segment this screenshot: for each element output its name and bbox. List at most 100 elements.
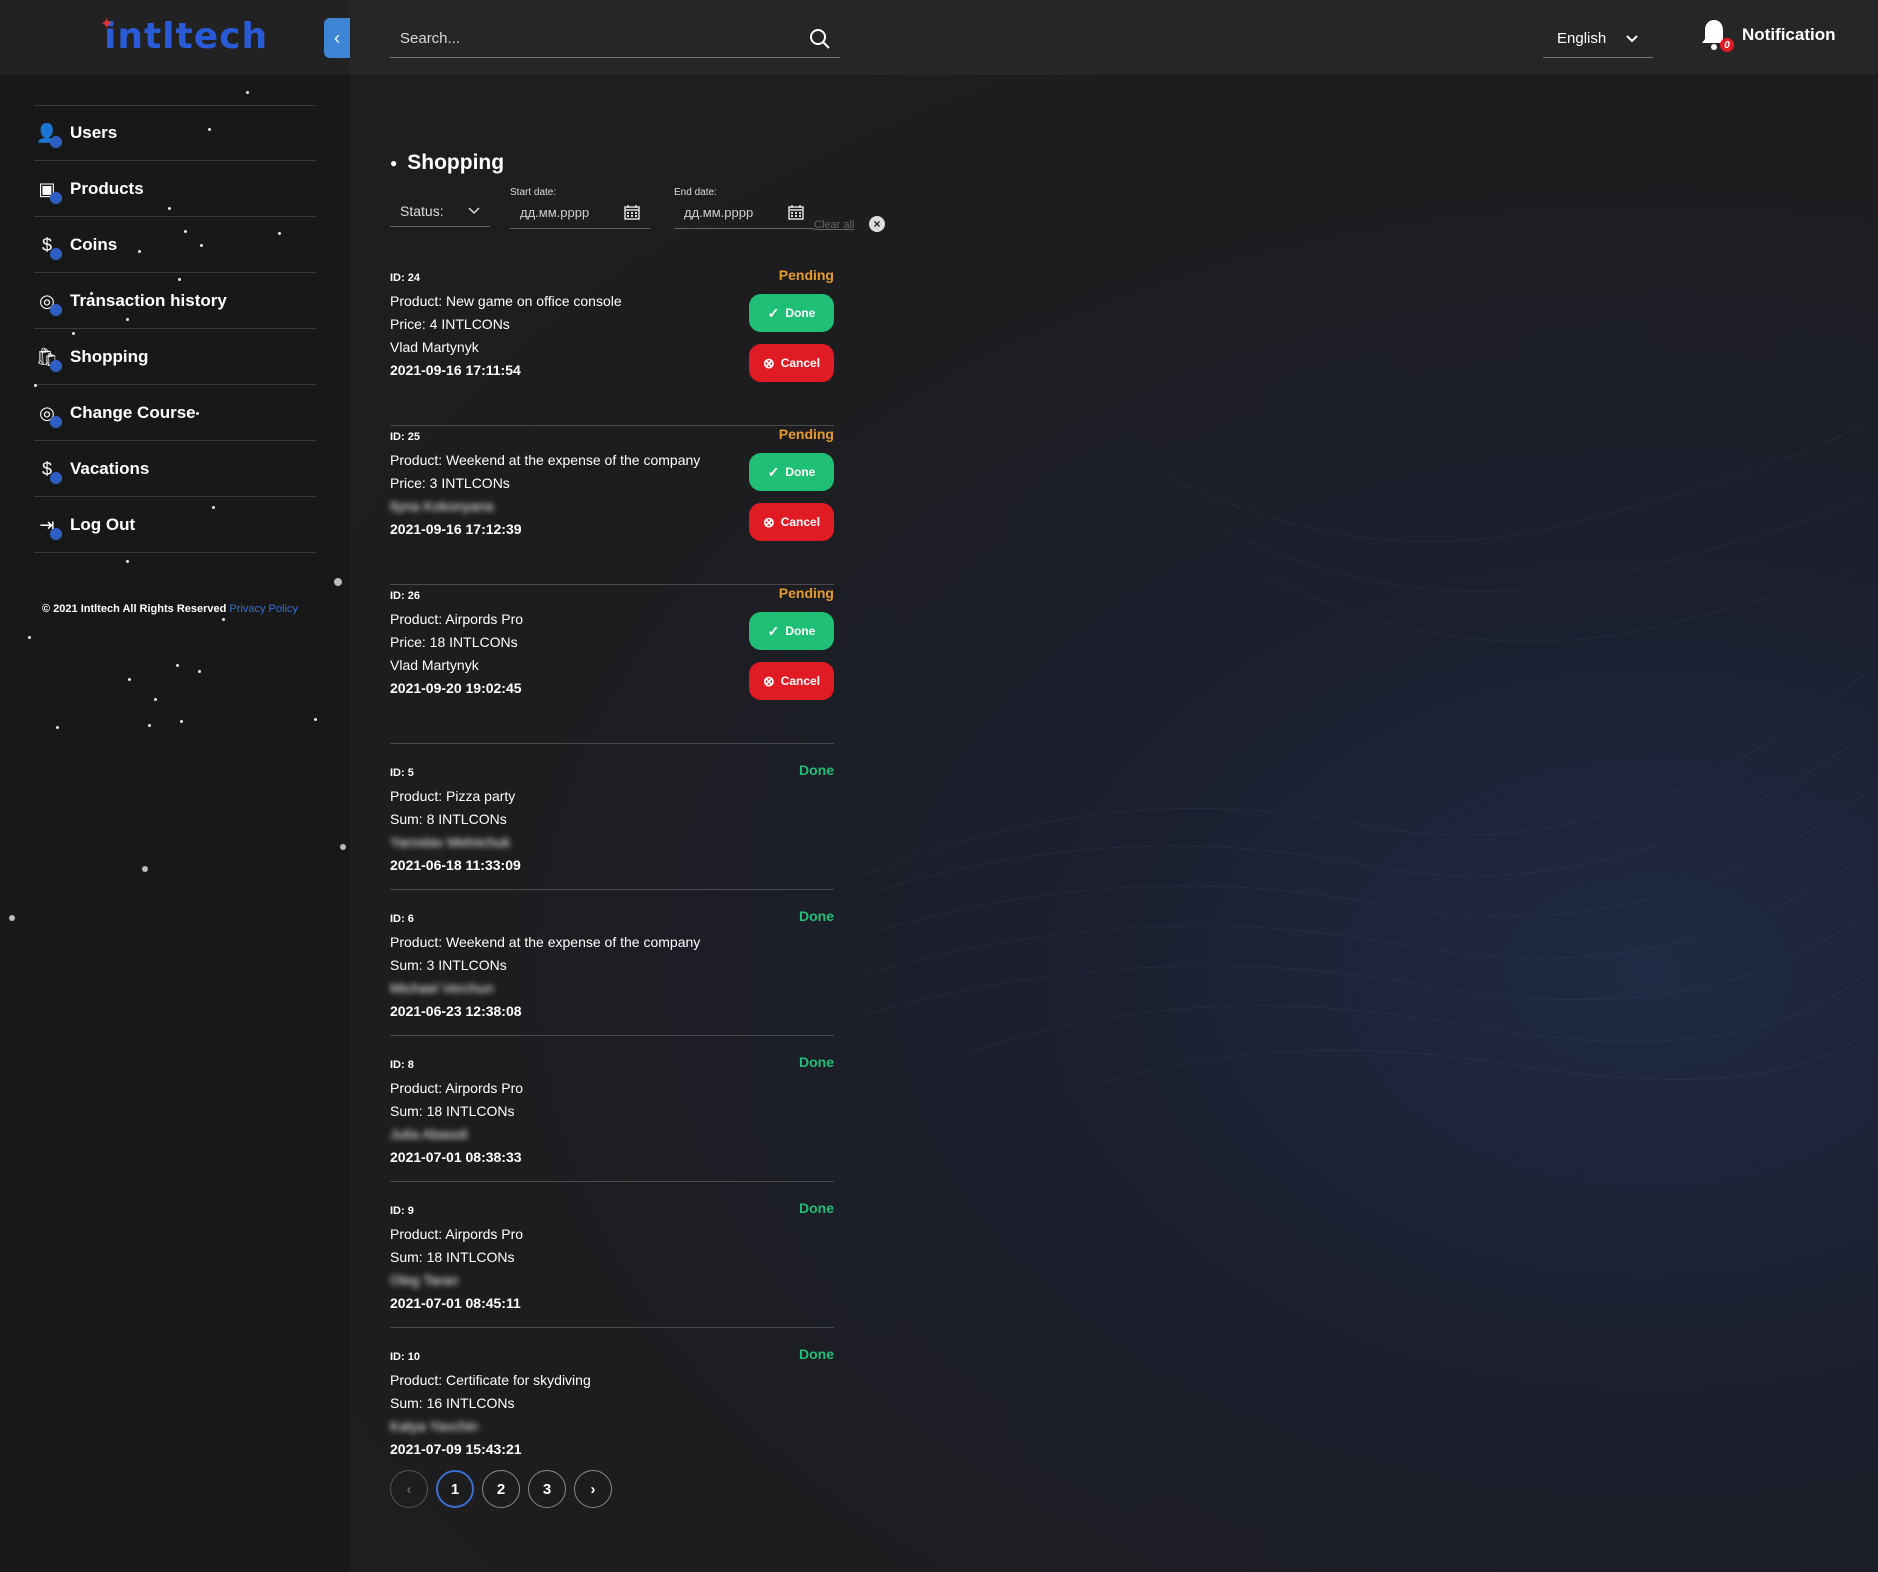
order-item: ID: 6 Product: Weekend at the expense of… <box>390 890 834 1036</box>
sidebar-item-products[interactable]: ▣ Products <box>34 161 316 217</box>
background-mesh <box>863 424 1865 1096</box>
sidebar-item-label: Change Course <box>70 402 196 422</box>
sidebar-item-label: Products <box>70 178 144 198</box>
order-item: ID: 24 Product: New game on office conso… <box>390 267 834 426</box>
language-select[interactable]: English <box>1543 20 1653 58</box>
sidebar-item-vacations[interactable]: $ Vacations <box>34 441 316 497</box>
coin-icon: $ <box>34 232 62 260</box>
bell-icon: 0 <box>1700 18 1734 52</box>
pagination: ‹ 1 2 3 › <box>390 1470 612 1508</box>
notification-button[interactable]: 0 Notification <box>1700 18 1836 52</box>
end-date-field: End date: <box>674 187 814 229</box>
search-input[interactable] <box>390 30 770 47</box>
order-user: Michael Verchun <box>390 980 494 996</box>
pagination-prev-button[interactable]: ‹ <box>390 1470 428 1508</box>
order-price: Sum: 8 INTLCONs <box>390 811 507 827</box>
sidebar-collapse-button[interactable]: ‹ <box>324 18 350 58</box>
order-price: Sum: 16 INTLCONs <box>390 1395 515 1411</box>
status-badge: Done <box>799 908 834 924</box>
copyright-text: © 2021 Intltech All Rights Reserved <box>42 603 227 615</box>
clear-all-close-icon[interactable]: × <box>869 216 885 232</box>
order-price: Sum: 3 INTLCONs <box>390 957 507 973</box>
sparkle <box>222 618 225 621</box>
sparkle <box>168 207 171 210</box>
logout-icon: ⇥ <box>34 512 62 540</box>
order-item: ID: 26 Product: Airpords Pro Price: 18 I… <box>390 585 834 744</box>
status-badge: Pending <box>778 426 834 442</box>
sidebar-item-users[interactable]: 👤 Users <box>34 105 316 161</box>
search-icon[interactable] <box>808 27 832 51</box>
close-circle-icon: ⊗ <box>762 513 775 530</box>
cancel-button[interactable]: ⊗ Cancel <box>749 662 834 700</box>
filter-bar: Status: Start date: End date: <box>390 187 910 237</box>
sparkle <box>196 412 199 415</box>
order-price: Sum: 18 INTLCONs <box>390 1103 515 1119</box>
cancel-button[interactable]: ⊗ Cancel <box>749 344 834 382</box>
sparkle <box>126 560 129 563</box>
sidebar-item-label: Coins <box>70 234 118 254</box>
status-badge: Done <box>799 1346 834 1362</box>
search-bar <box>390 20 840 58</box>
order-id: ID: 25 <box>390 431 420 443</box>
order-product: Product: Airpords Pro <box>390 1080 524 1096</box>
sidebar-item-log-out[interactable]: ⇥ Log Out <box>34 497 316 553</box>
sparkle <box>278 232 281 235</box>
sparkle <box>180 720 183 723</box>
sparkle <box>334 578 342 586</box>
start-date-input[interactable] <box>510 205 620 220</box>
sparkle <box>208 128 211 131</box>
order-user: Oleg Taran <box>390 1272 459 1288</box>
sidebar-item-shopping[interactable]: 🛍 Shopping <box>34 329 316 385</box>
clear-all-link[interactable]: Clear all <box>814 219 854 231</box>
sparkle <box>142 866 148 872</box>
status-filter[interactable]: Status: <box>390 195 490 227</box>
order-date: 2021-06-23 12:38:08 <box>390 1003 522 1019</box>
chevron-left-icon: ‹ <box>334 27 340 48</box>
order-date: 2021-07-01 08:45:11 <box>390 1295 521 1311</box>
end-date-input[interactable] <box>674 205 784 220</box>
sparkle <box>72 332 75 335</box>
privacy-policy-link[interactable]: Privacy Policy <box>229 603 297 615</box>
done-button[interactable]: ✓ Done <box>749 453 834 491</box>
sparkle <box>340 844 346 850</box>
cancel-button[interactable]: ⊗ Cancel <box>749 503 834 541</box>
done-button[interactable]: ✓ Done <box>749 612 834 650</box>
status-badge: Done <box>799 1200 834 1216</box>
order-item: ID: 8 Product: Airpords Pro Sum: 18 INTL… <box>390 1036 834 1182</box>
sparkle <box>154 698 157 701</box>
order-id: ID: 26 <box>390 590 420 602</box>
pagination-page-3[interactable]: 3 <box>528 1470 566 1508</box>
order-item: ID: 25 Product: Weekend at the expense o… <box>390 426 834 585</box>
sidebar-item-label: Transaction history <box>70 290 227 310</box>
orders-list: ID: 24 Product: New game on office conso… <box>390 267 834 1474</box>
order-id: ID: 10 <box>390 1351 420 1363</box>
close-circle-icon: ⊗ <box>762 672 775 689</box>
start-date-label: Start date: <box>510 187 557 198</box>
sparkle <box>246 91 249 94</box>
sparkle <box>126 318 129 321</box>
box-icon: ▣ <box>34 176 62 204</box>
done-button[interactable]: ✓ Done <box>749 294 834 332</box>
sidebar-item-transaction-history[interactable]: ◎ Transaction history <box>34 273 316 329</box>
calendar-icon[interactable] <box>788 204 804 220</box>
order-product: Product: Certificate for skydiving <box>390 1372 591 1388</box>
logo[interactable]: ✦ intltech <box>100 14 268 57</box>
sidebar-item-coins[interactable]: $ Coins <box>34 217 316 273</box>
sparkle <box>34 384 37 387</box>
logo-bar: ✦ intltech ‹ <box>0 0 350 75</box>
chevron-down-icon <box>1626 34 1638 42</box>
pagination-page-2[interactable]: 2 <box>482 1470 520 1508</box>
sparkle <box>9 915 15 921</box>
sparkle <box>90 292 93 295</box>
order-price: Sum: 18 INTLCONs <box>390 1249 515 1265</box>
sidebar-item-change-course[interactable]: ◎ Change Course <box>34 385 316 441</box>
pagination-next-button[interactable]: › <box>574 1470 612 1508</box>
topbar: English 0 Notification <box>350 0 1878 75</box>
check-icon: ✓ <box>767 622 780 639</box>
order-id: ID: 6 <box>390 913 414 925</box>
sidebar-item-label: Shopping <box>70 346 149 366</box>
calendar-icon[interactable] <box>624 204 640 220</box>
order-id: ID: 24 <box>390 272 420 284</box>
pagination-page-1[interactable]: 1 <box>436 1470 474 1508</box>
check-icon: ✓ <box>767 463 780 480</box>
